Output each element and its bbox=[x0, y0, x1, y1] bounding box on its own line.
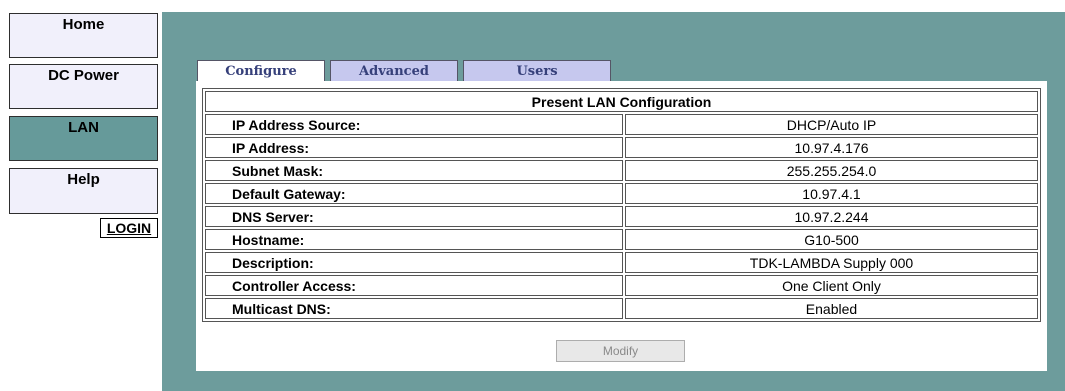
row-value: TDK-LAMBDA Supply 000 bbox=[625, 252, 1038, 273]
row-label: Description: bbox=[205, 252, 623, 273]
table-row: DNS Server: 10.97.2.244 bbox=[205, 206, 1038, 227]
table-row: Subnet Mask: 255.255.254.0 bbox=[205, 160, 1038, 181]
row-label: Multicast DNS: bbox=[205, 298, 623, 319]
row-label: IP Address: bbox=[205, 137, 623, 158]
row-value: One Client Only bbox=[625, 275, 1038, 296]
row-value: DHCP/Auto IP bbox=[625, 114, 1038, 135]
row-label: Subnet Mask: bbox=[205, 160, 623, 181]
table-header-row: Present LAN Configuration bbox=[205, 91, 1038, 112]
table-row: IP Address Source: DHCP/Auto IP bbox=[205, 114, 1038, 135]
row-label: Hostname: bbox=[205, 229, 623, 250]
table-title: Present LAN Configuration bbox=[205, 91, 1038, 112]
nav-help-button[interactable]: Help bbox=[9, 168, 158, 214]
table-row: Description: TDK-LAMBDA Supply 000 bbox=[205, 252, 1038, 273]
row-label: IP Address Source: bbox=[205, 114, 623, 135]
row-value: 10.97.2.244 bbox=[625, 206, 1038, 227]
table-row: Multicast DNS: Enabled bbox=[205, 298, 1038, 319]
row-label: Default Gateway: bbox=[205, 183, 623, 204]
row-value: Enabled bbox=[625, 298, 1038, 319]
nav-home-button[interactable]: Home bbox=[9, 13, 158, 58]
nav-dc-power-button[interactable]: DC Power bbox=[9, 64, 158, 109]
row-value: 10.97.4.1 bbox=[625, 183, 1038, 204]
nav-lan-button[interactable]: LAN bbox=[9, 116, 158, 161]
row-value: 255.255.254.0 bbox=[625, 160, 1038, 181]
modify-button[interactable]: Modify bbox=[556, 340, 685, 362]
row-value: 10.97.4.176 bbox=[625, 137, 1038, 158]
table-row: Hostname: G10-500 bbox=[205, 229, 1038, 250]
table-row: Controller Access: One Client Only bbox=[205, 275, 1038, 296]
tab-users[interactable]: Users bbox=[463, 60, 611, 81]
table-row: Default Gateway: 10.97.4.1 bbox=[205, 183, 1038, 204]
row-value: G10-500 bbox=[625, 229, 1038, 250]
tab-advanced[interactable]: Advanced bbox=[330, 60, 458, 81]
row-label: Controller Access: bbox=[205, 275, 623, 296]
tab-configure[interactable]: Configure bbox=[197, 60, 325, 82]
table-row: IP Address: 10.97.4.176 bbox=[205, 137, 1038, 158]
lan-config-table: Present LAN Configuration IP Address Sou… bbox=[202, 88, 1041, 322]
configure-content: Present LAN Configuration IP Address Sou… bbox=[196, 81, 1047, 371]
row-label: DNS Server: bbox=[205, 206, 623, 227]
login-link[interactable]: LOGIN bbox=[100, 218, 158, 238]
